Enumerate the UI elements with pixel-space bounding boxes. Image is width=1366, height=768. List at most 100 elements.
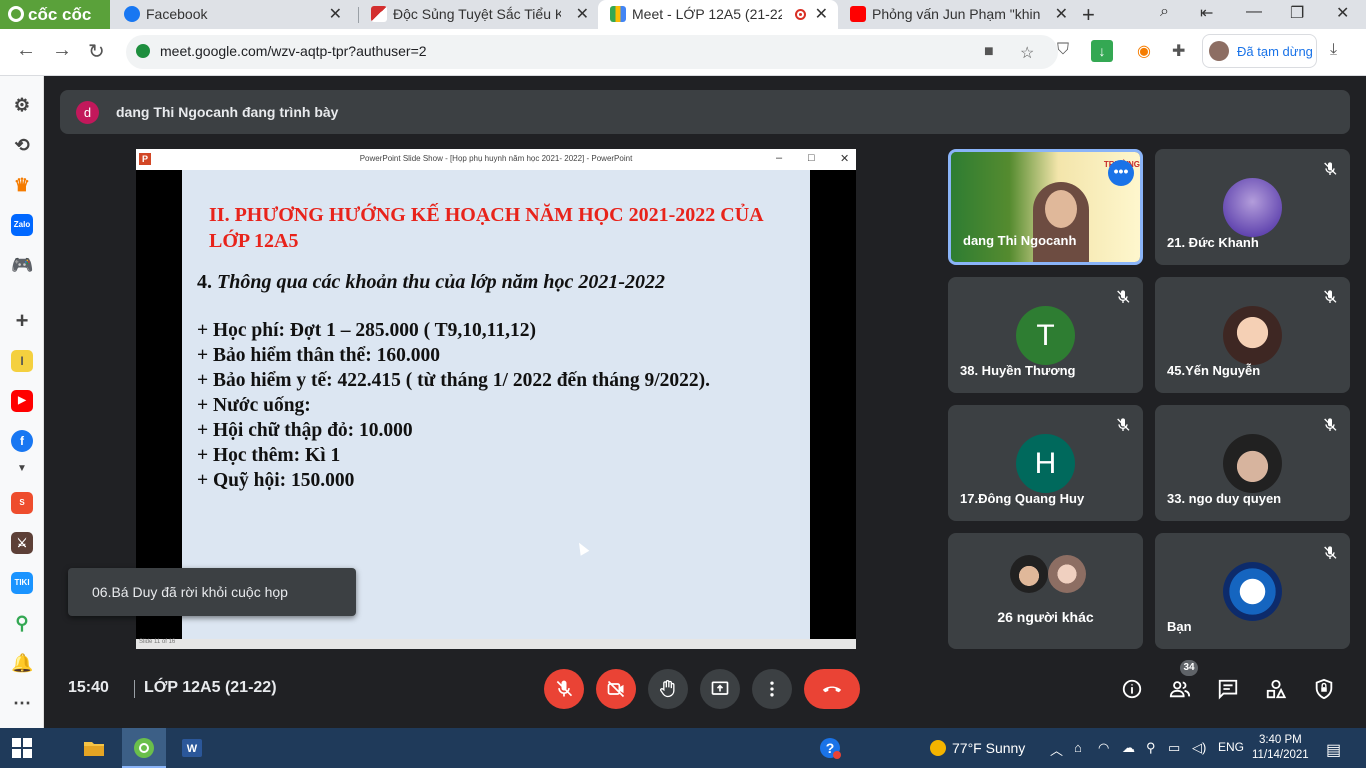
present-screen-button[interactable]	[700, 669, 740, 709]
participant-tile[interactable]: 21. Đức Khanh	[1155, 149, 1350, 265]
fee-line: + Học phí: Đợt 1 – 285.000 ( T9,10,11,12…	[197, 320, 536, 341]
weather-widget[interactable]: 77°F Sunny	[930, 740, 1025, 756]
participant-name: 45.Yến Nguyễn	[1167, 363, 1261, 378]
maximize-icon: □	[808, 152, 815, 164]
forward-icon[interactable]: →	[52, 39, 72, 62]
download-green-icon[interactable]: ↓	[1091, 40, 1113, 62]
reload-icon[interactable]: ↻	[88, 39, 105, 64]
tab-novel[interactable]: Độc Sủng Tuyệt Sắc Tiểu Kiều ✕	[359, 0, 599, 29]
participant-tile[interactable]: 33. ngo duy quyen	[1155, 405, 1350, 521]
back-tab-icon[interactable]: ⇤	[1200, 3, 1213, 23]
tab-youtube[interactable]: Phỏng vấn Jun Phạm "khinh ✕	[838, 0, 1078, 29]
browser-logo[interactable]: cốc cốc	[0, 0, 110, 29]
cloud-icon[interactable]: ☁	[1122, 740, 1135, 756]
activities-icon[interactable]	[1265, 678, 1287, 700]
extensions-icon[interactable]: ✚	[1172, 41, 1185, 61]
shield-icon[interactable]: ⛉	[1057, 41, 1069, 59]
tab-facebook[interactable]: Facebook ✕	[112, 0, 352, 29]
show-hidden-icons-icon[interactable]: ︿	[1050, 740, 1063, 759]
camera-icon[interactable]: ■	[984, 43, 994, 61]
people-icon[interactable]	[1169, 678, 1191, 700]
url-text[interactable]: meet.google.com/wzv-aqtp-tpr?authuser=2	[160, 43, 427, 59]
camera-off-icon	[607, 680, 625, 698]
others-tile[interactable]: 26 người khác	[948, 533, 1143, 649]
messenger-icon[interactable]: f	[11, 430, 33, 452]
game-avatar-icon[interactable]: ⚔	[11, 532, 33, 554]
participant-tile[interactable]: H 17.Đông Quang Huy	[948, 405, 1143, 521]
close-tab-icon[interactable]: ✕	[815, 4, 828, 24]
youtube-sidebar-icon[interactable]: ▶	[11, 390, 33, 412]
person-face	[1045, 190, 1077, 228]
participant-tile[interactable]: T 38. Huyền Thương	[948, 277, 1143, 393]
meet-now-icon[interactable]: ⌂	[1074, 740, 1082, 755]
coccoc-taskbar-button[interactable]	[122, 728, 166, 768]
presenting-text: dang Thi Ngocanh đang trình bày	[116, 104, 339, 120]
tab-meet[interactable]: Meet - LỚP 12A5 (21-22) ✕	[598, 0, 838, 29]
chat-icon[interactable]	[1217, 678, 1239, 700]
add-app-icon[interactable]: +	[11, 310, 33, 332]
system-clock[interactable]: 3:40 PM 11/14/2021	[1252, 733, 1309, 763]
leave-call-button[interactable]	[804, 669, 860, 709]
bookmark-star-icon[interactable]: ☆	[1020, 43, 1034, 63]
more-options-button[interactable]	[752, 669, 792, 709]
mic-off-icon	[556, 680, 573, 697]
self-tile[interactable]: Bạn	[1155, 533, 1350, 649]
volume-icon[interactable]: ◁)	[1192, 740, 1206, 756]
weather-text: 77°F Sunny	[952, 740, 1026, 756]
tab-search-icon[interactable]: ⌕	[1160, 3, 1169, 21]
host-controls-icon[interactable]	[1313, 678, 1335, 700]
coccoc-extension-icon[interactable]: ◉	[1137, 41, 1151, 61]
crown-icon[interactable]: ♛	[11, 174, 33, 196]
info-icon[interactable]	[1121, 678, 1143, 700]
hang-up-icon	[822, 686, 842, 693]
windows-start-icon[interactable]	[12, 738, 32, 758]
address-bar[interactable]: meet.google.com/wzv-aqtp-tpr?authuser=2 …	[126, 35, 1058, 69]
zalo-icon[interactable]: Zalo	[11, 214, 33, 236]
tab-strip: cốc cốc Facebook ✕ Độc Sủng Tuyệt Sắc Ti…	[0, 0, 1366, 29]
close-tab-icon[interactable]: ✕	[1055, 4, 1068, 24]
notifications-icon[interactable]: 🔔	[11, 652, 33, 674]
wifi-icon[interactable]: ◠	[1098, 740, 1109, 756]
windows-taskbar: W ? 77°F Sunny ︿ ⌂ ◠ ☁ ⚲ ▭ ◁) ENG 3:40 P…	[0, 728, 1366, 768]
profile-paused-button[interactable]: Đã tạm dừng	[1202, 34, 1317, 68]
downloads-icon[interactable]: ⤓	[1330, 41, 1337, 59]
clock-time: 3:40 PM	[1258, 734, 1302, 746]
close-tab-icon[interactable]: ✕	[576, 4, 589, 24]
help-icon[interactable]: ?	[818, 736, 842, 760]
raise-hand-button[interactable]	[648, 669, 688, 709]
more-options-icon[interactable]: •••	[1108, 160, 1134, 186]
notes-icon[interactable]: I	[11, 350, 33, 372]
new-tab-icon[interactable]: +	[1082, 2, 1095, 28]
mic-toggle-button[interactable]	[544, 669, 584, 709]
more-icon[interactable]: ⋯	[11, 692, 33, 714]
game-icon[interactable]: 🎮	[11, 254, 33, 276]
history-icon[interactable]: ⟲	[11, 134, 33, 156]
participant-tile-presenter[interactable]: TRƯỜNG ••• dang Thi Ngocanh	[948, 149, 1143, 265]
notification-center-icon[interactable]: ▤	[1326, 740, 1341, 760]
minimize-icon[interactable]: —	[1246, 3, 1262, 21]
word-icon[interactable]: W	[180, 736, 204, 760]
battery-icon[interactable]: ▭	[1168, 740, 1180, 756]
file-explorer-icon[interactable]	[82, 736, 106, 760]
participant-tile[interactable]: 45.Yến Nguyễn	[1155, 277, 1350, 393]
language-indicator[interactable]: ENG	[1218, 740, 1244, 754]
avatar	[1223, 178, 1282, 237]
map-pin-icon[interactable]: ⚲	[11, 612, 33, 634]
participant-name: dang Thi Ngocanh	[963, 233, 1077, 248]
camera-toggle-button[interactable]	[596, 669, 636, 709]
participant-name: 17.Đông Quang Huy	[960, 491, 1085, 506]
meet-call-area: d dang Thi Ngocanh đang trình bày P Powe…	[44, 76, 1366, 728]
tiki-icon[interactable]: TIKI	[11, 572, 33, 594]
tab-title: Meet - LỚP 12A5 (21-22)	[632, 6, 782, 22]
site-secure-icon[interactable]	[136, 44, 150, 58]
avatar: d	[76, 101, 99, 124]
shopee-icon[interactable]: S	[11, 492, 33, 514]
settings-icon[interactable]: ⚙	[11, 94, 33, 116]
close-tab-icon[interactable]: ✕	[329, 4, 342, 24]
microphone-icon[interactable]: ⚲	[1146, 740, 1156, 756]
expand-sidebar-icon[interactable]: ▼	[11, 458, 33, 480]
sun-icon	[930, 740, 946, 756]
close-window-icon[interactable]: ✕	[1336, 3, 1349, 23]
maximize-icon[interactable]: ❐	[1290, 3, 1304, 23]
back-icon[interactable]: ←	[16, 39, 36, 62]
